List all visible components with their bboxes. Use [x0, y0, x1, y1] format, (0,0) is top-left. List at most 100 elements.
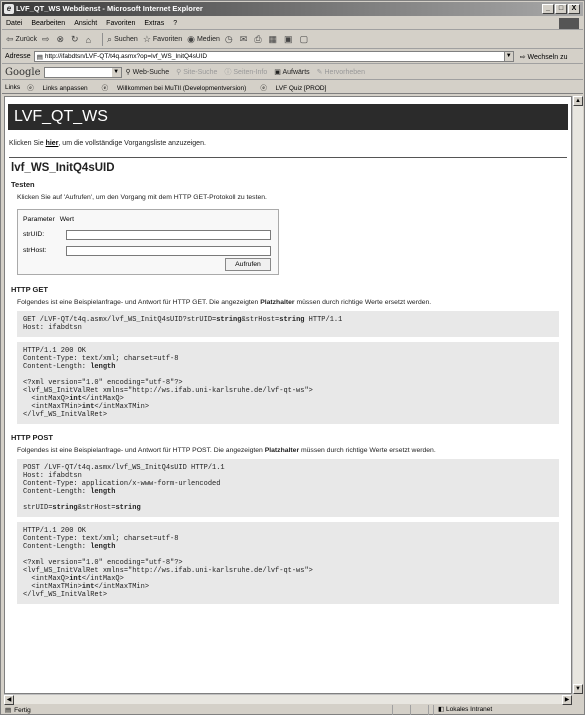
highlight-button[interactable]: ✎ Hervorheben [317, 68, 365, 76]
menu-bearbeiten[interactable]: Bearbeiten [31, 20, 65, 27]
home-button[interactable]: ⌂ [86, 35, 93, 45]
edit-button[interactable]: ▦ [269, 34, 280, 45]
struid-input[interactable] [66, 230, 271, 240]
menu-datei[interactable]: Datei [6, 20, 22, 27]
vertical-scrollbar[interactable]: ▲ ▼ [572, 96, 583, 694]
minimize-button[interactable]: _ [542, 4, 554, 14]
title-bar: e LVF_QT_WS Webdienst - Microsoft Intern… [2, 2, 583, 16]
post-response-code: HTTP/1.1 200 OK Content-Type: text/xml; … [17, 522, 559, 604]
binoculars-icon: ⚲ [125, 69, 131, 76]
links-label: Links [5, 83, 21, 91]
strhost-input[interactable] [66, 246, 271, 256]
menu-ansicht[interactable]: Ansicht [74, 20, 97, 27]
form-header: Parameter Wert [23, 216, 79, 223]
stop-icon: ⊗ [56, 34, 65, 44]
status-divider [410, 705, 411, 715]
http-post-description: Folgendes ist eine Beispielanfrage- und … [17, 447, 559, 454]
menu-bar: Datei Bearbeiten Ansicht Favoriten Extra… [2, 17, 583, 30]
search-icon: ⌕ [107, 34, 113, 44]
search-label: Suchen [114, 36, 138, 43]
status-text: Fertig [14, 706, 31, 714]
security-zone: ◧ Lokales Intranet [433, 705, 543, 715]
print-button[interactable]: ⎙ [254, 34, 263, 45]
ie-link-icon: ⓔ [101, 85, 109, 92]
page-info-button[interactable]: ⓘ Seiten-Info [224, 67, 267, 77]
test-heading: Testen [11, 180, 35, 189]
address-bar: Adresse ▤ http://ifabdtsn/LVF-QT/t4q.asm… [2, 50, 583, 64]
status-divider [428, 705, 429, 715]
favorites-button[interactable]: ☆ Favoriten [143, 34, 182, 45]
post-desc-pre: Folgendes ist eine Beispielanfrage- und … [17, 447, 265, 454]
close-button[interactable]: X [568, 4, 580, 14]
up-button[interactable]: ▣ Aufwärts [274, 68, 309, 76]
page-info-label: Seiten-Info [233, 69, 268, 76]
scroll-left-icon[interactable]: ◀ [4, 695, 14, 705]
discuss-button[interactable]: ▣ [284, 34, 295, 45]
maximize-button[interactable]: □ [555, 4, 567, 14]
windows-flag-icon [559, 18, 579, 29]
link-lvf-quiz[interactable]: ⓔ LVF Quiz [PROD] [260, 82, 333, 92]
horizontal-scrollbar[interactable]: ◀ ▶ [4, 694, 572, 705]
go-label: Wechseln zu [527, 53, 568, 61]
stop-button[interactable]: ⊗ [57, 34, 67, 45]
history-button[interactable]: ◷ [225, 34, 235, 45]
forward-button[interactable]: ⇨ [42, 34, 52, 45]
status-divider [392, 705, 393, 715]
link-mutil-label: Willkommen bei MuTIl (Developmentversion… [116, 85, 247, 92]
menu-favoriten[interactable]: Favoriten [106, 20, 135, 27]
google-search-input[interactable]: ▼ [43, 66, 122, 78]
scroll-down-icon[interactable]: ▼ [573, 684, 583, 694]
http-get-description: Folgendes ist eine Beispielanfrage- und … [17, 299, 559, 306]
struid-label: strUID: [23, 231, 45, 238]
operation-title: lvf_WS_InitQ4sUID [11, 162, 115, 174]
intranet-icon: ◧ [438, 706, 445, 713]
test-instructions: Klicken Sie auf 'Aufrufen', um den Vorga… [17, 194, 267, 201]
post-desc-post: müssen durch richtige Werte ersetzt werd… [299, 447, 436, 454]
link-customize[interactable]: ⓔ Links anpassen [27, 82, 94, 92]
address-label: Adresse [5, 53, 31, 60]
forward-arrow-icon: ⇨ [41, 34, 50, 44]
google-toolbar: Google ▼ ⚲ Web-Suche ⚲ Site-Suche ⓘ Seit… [2, 65, 583, 80]
search-button[interactable]: ⌕ Suchen [107, 34, 138, 45]
intro-pre: Klicken Sie [9, 140, 46, 147]
test-form: Parameter Wert strUID: strHost: Aufrufen [17, 209, 279, 275]
param-column-header: Parameter [23, 216, 55, 223]
zone-label: Lokales Intranet [445, 706, 493, 713]
link-mutil[interactable]: ⓔ Willkommen bei MuTIl (Developmentversi… [102, 82, 254, 92]
get-desc-pre: Folgendes ist eine Beispielanfrage- und … [17, 299, 261, 306]
back-button[interactable]: ⇦ Zurück [6, 34, 37, 45]
favorites-icon: ☆ [142, 34, 151, 44]
menu-help[interactable]: ? [173, 20, 177, 27]
address-dropdown-icon[interactable]: ▼ [503, 52, 513, 61]
get-response-code: HTTP/1.1 200 OK Content-Type: text/xml; … [17, 342, 559, 424]
google-logo[interactable]: Google [5, 67, 41, 78]
site-search-button[interactable]: ⚲ Site-Suche [176, 68, 217, 76]
google-dropdown-icon[interactable]: ▼ [111, 67, 121, 77]
intro-post: , um die vollständige Vorgangsliste anzu… [58, 140, 206, 147]
invoke-button[interactable]: Aufrufen [225, 258, 271, 271]
scroll-right-icon[interactable]: ▶ [562, 695, 572, 705]
refresh-button[interactable]: ↻ [71, 34, 81, 45]
history-icon: ◷ [224, 34, 233, 44]
web-search-button[interactable]: ⚲ Web-Suche [126, 68, 170, 76]
full-list-link[interactable]: hier [46, 140, 59, 147]
go-button[interactable]: ⇨ Wechseln zu [520, 53, 568, 61]
http-post-heading: HTTP POST [11, 433, 53, 442]
toolbar-separator [102, 33, 104, 46]
site-search-icon: ⚲ [176, 69, 182, 76]
media-button[interactable]: ◉ Medien [187, 34, 220, 45]
print-icon: ⎙ [254, 34, 262, 44]
value-column-header: Wert [59, 216, 74, 223]
status-bar: ▤ Fertig ◧ Lokales Intranet [2, 705, 583, 715]
messenger-button[interactable]: ▢ [300, 34, 311, 45]
address-url: http://ifabdtsn/LVF-QT/t4q.asmx?op=lvf_W… [44, 53, 208, 60]
discuss-icon: ▣ [284, 34, 293, 44]
menu-extras[interactable]: Extras [144, 20, 164, 27]
mail-button[interactable]: ✉ [240, 34, 250, 45]
get-desc-bold: Platzhalter [260, 299, 295, 306]
divider [9, 157, 567, 158]
address-input[interactable]: ▤ http://ifabdtsn/LVF-QT/t4q.asmx?op=lvf… [33, 51, 514, 62]
page-icon: ▤ [36, 53, 43, 61]
scroll-up-icon[interactable]: ▲ [573, 96, 583, 106]
page-content: LVF_QT_WS Klicken Sie hier, um die volls… [4, 96, 572, 694]
